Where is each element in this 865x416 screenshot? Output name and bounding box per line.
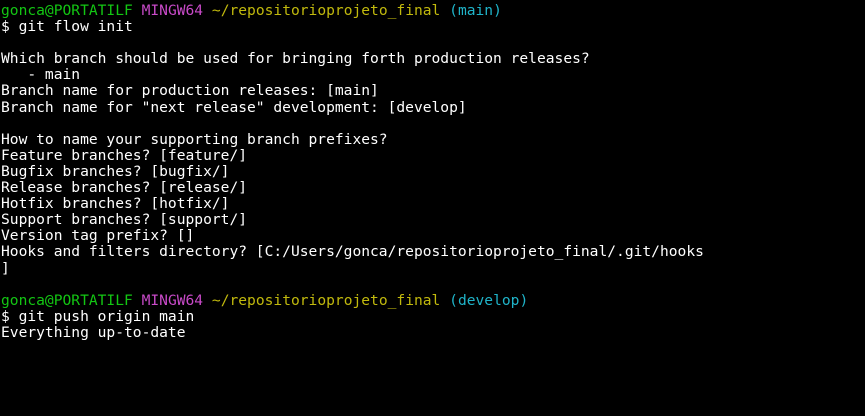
output-line: Which branch should be used for bringing… [1, 50, 590, 68]
output-line: Version tag prefix? [] [1, 227, 195, 245]
output-line: Everything up-to-date [1, 323, 186, 341]
command-line-1: $ git flow init [1, 18, 133, 36]
output-line: Branch name for "next release" developme… [1, 98, 467, 116]
output-line: - main [1, 66, 81, 84]
prompt-path: ~/repositorioprojeto_final [211, 291, 441, 309]
prompt-path: ~/repositorioprojeto_final [211, 2, 441, 19]
output-line: Hooks and filters directory? [C:/Users/g… [1, 243, 704, 261]
output-line: How to name your supporting branch prefi… [1, 130, 388, 148]
output-line: Release branches? [release/] [1, 179, 248, 197]
prompt-branch: (develop) [449, 291, 529, 309]
prompt-system: MINGW64 [141, 291, 204, 309]
output-line: Bugfix branches? [bugfix/] [1, 162, 230, 180]
prompt-line-1: gonca@PORTATILF MINGW64 ~/repositoriopro… [1, 2, 865, 19]
output-line: Support branches? [support/] [1, 211, 248, 229]
prompt-branch: (main) [449, 2, 502, 19]
prompt-line-2: gonca@PORTATILF MINGW64 ~/repositoriopro… [1, 291, 865, 309]
terminal-window[interactable]: gonca@PORTATILF MINGW64 ~/repositoriopro… [0, 0, 865, 416]
prompt-user-host: gonca@PORTATILF [1, 291, 133, 309]
output-line: Branch name for production releases: [ma… [1, 82, 379, 100]
output-line: Hotfix branches? [hotfix/] [1, 195, 230, 213]
output-line: ] [1, 259, 10, 277]
prompt-system: MINGW64 [141, 2, 204, 19]
command-line-2: $ git push origin main [1, 307, 195, 325]
output-line: Feature branches? [feature/] [1, 146, 248, 164]
prompt-user-host: gonca@PORTATILF [1, 2, 133, 19]
